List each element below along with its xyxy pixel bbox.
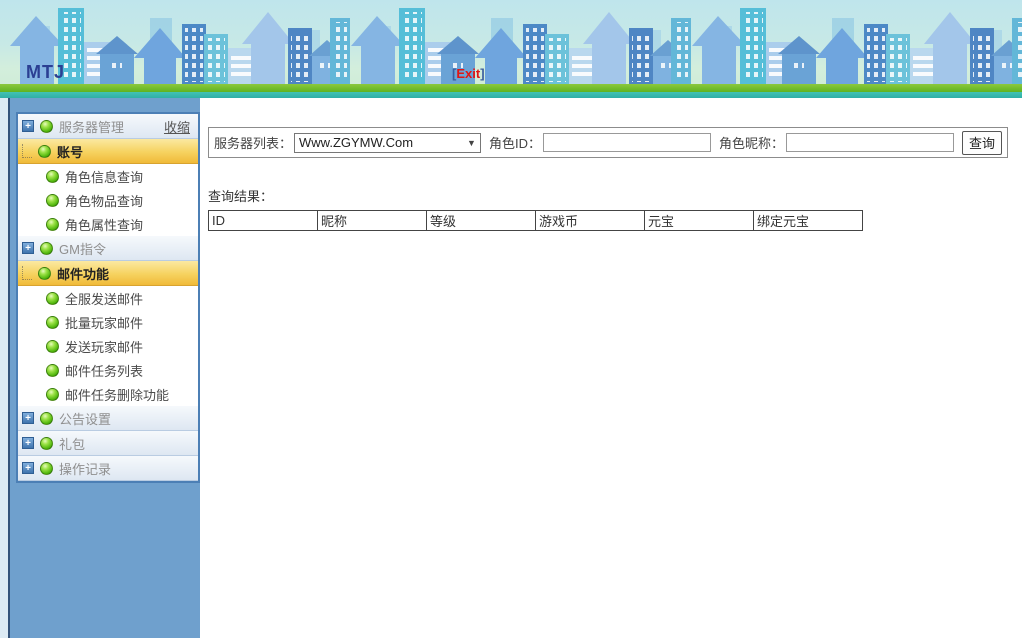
expand-plus-icon[interactable]: + [22,437,34,449]
results-header-row: ID 昵称 等级 游戏币 元宝 绑定元宝 [209,211,863,231]
item-label: 角色属性查询 [65,215,143,234]
sidebar-group-server-management[interactable]: + 服务器管理 收缩 [18,114,198,139]
sidebar-group-announcement[interactable]: + 公告设置 [18,406,198,431]
green-orb-icon [40,242,53,255]
item-label: 批量玩家邮件 [65,313,143,332]
green-orb-icon [38,145,51,158]
item-label: 邮件任务列表 [65,361,143,380]
item-label: 邮件任务删除功能 [65,385,169,404]
green-orb-icon [46,316,59,329]
content-area: 服务器列表： Www.ZGYMW.Com ▼ 角色ID： 角色昵称： 查询 查询… [200,98,1022,638]
group-label: 礼包 [59,434,85,453]
expand-plus-icon[interactable]: + [22,120,34,132]
exit-label: Exit [456,66,480,81]
sidebar-group-giftpack[interactable]: + 礼包 [18,431,198,456]
col-level: 等级 [427,211,536,231]
nickname-input[interactable] [786,133,954,152]
nickname-label: 角色昵称： [719,133,784,152]
query-form: 服务器列表： Www.ZGYMW.Com ▼ 角色ID： 角色昵称： 查询 [208,127,1008,158]
expand-plus-icon[interactable]: + [22,462,34,474]
green-orb-icon [40,120,53,133]
sidebar-menu: + 服务器管理 收缩 账号 角色信息查询 角色物品查询 [16,112,200,483]
group-label: GM指令 [59,239,106,258]
col-nickname: 昵称 [318,211,427,231]
group-label: 公告设置 [59,409,111,428]
role-id-input[interactable] [543,133,711,152]
sidebar-group-account[interactable]: 账号 [18,139,198,164]
cityscape-illustration [0,0,1022,98]
group-label: 服务器管理 [59,117,124,136]
page: MTJ [Exit] + 服务器管理 收缩 账号 [0,0,1022,638]
green-orb-icon [46,218,59,231]
sidebar-group-mail[interactable]: 邮件功能 [18,261,198,286]
green-orb-icon [46,364,59,377]
sidebar-item-mail-task-list[interactable]: 邮件任务列表 [18,358,198,382]
sidebar-item-mail-all-server[interactable]: 全服发送邮件 [18,286,198,310]
exit-bracket-right: ] [480,66,484,81]
col-game-coin: 游戏币 [536,211,645,231]
sidebar-item-mail-task-delete[interactable]: 邮件任务删除功能 [18,382,198,406]
results-title: 查询结果： [208,186,1022,205]
green-orb-icon [46,340,59,353]
sidebar: + 服务器管理 收缩 账号 角色信息查询 角色物品查询 [0,98,200,638]
group-label: 账号 [57,142,83,161]
green-orb-icon [40,462,53,475]
sidebar-group-gm-command[interactable]: + GM指令 [18,236,198,261]
item-label: 角色信息查询 [65,167,143,186]
green-orb-icon [46,194,59,207]
sidebar-item-mail-send-player[interactable]: 发送玩家邮件 [18,334,198,358]
sidebar-item-role-info-query[interactable]: 角色信息查询 [18,164,198,188]
tree-branch-icon [22,144,32,158]
chevron-down-icon: ▼ [467,138,476,148]
group-label: 操作记录 [59,459,111,478]
sidebar-item-role-attr-query[interactable]: 角色属性查询 [18,212,198,236]
col-yuanbao: 元宝 [645,211,754,231]
expand-plus-icon[interactable]: + [22,242,34,254]
sidebar-group-operation-log[interactable]: + 操作记录 [18,456,198,481]
sidebar-item-role-item-query[interactable]: 角色物品查询 [18,188,198,212]
expand-plus-icon[interactable]: + [22,412,34,424]
green-orb-icon [40,437,53,450]
query-button[interactable]: 查询 [962,131,1002,155]
green-orb-icon [46,388,59,401]
green-orb-icon [46,170,59,183]
col-bound-yuanbao: 绑定元宝 [754,211,863,231]
item-label: 角色物品查询 [65,191,143,210]
item-label: 发送玩家邮件 [65,337,143,356]
item-label: 全服发送邮件 [65,289,143,308]
header-banner: MTJ [Exit] [0,0,1022,98]
green-orb-icon [40,412,53,425]
site-logo: MTJ [26,62,65,83]
sidebar-edge-strip [0,98,10,638]
sidebar-item-mail-batch-player[interactable]: 批量玩家邮件 [18,310,198,334]
green-orb-icon [38,267,51,280]
server-select[interactable]: Www.ZGYMW.Com ▼ [294,133,481,153]
group-label: 邮件功能 [57,264,109,283]
collapse-link[interactable]: 收缩 [164,117,190,136]
server-select-value: Www.ZGYMW.Com [299,135,413,150]
col-id: ID [209,211,318,231]
results-table: ID 昵称 等级 游戏币 元宝 绑定元宝 [208,210,863,231]
exit-link[interactable]: [Exit] [452,66,485,81]
tree-branch-icon [22,266,32,280]
main-area: + 服务器管理 收缩 账号 角色信息查询 角色物品查询 [0,98,1022,638]
green-orb-icon [46,292,59,305]
role-id-label: 角色ID： [489,133,541,152]
server-list-label: 服务器列表： [214,133,292,152]
